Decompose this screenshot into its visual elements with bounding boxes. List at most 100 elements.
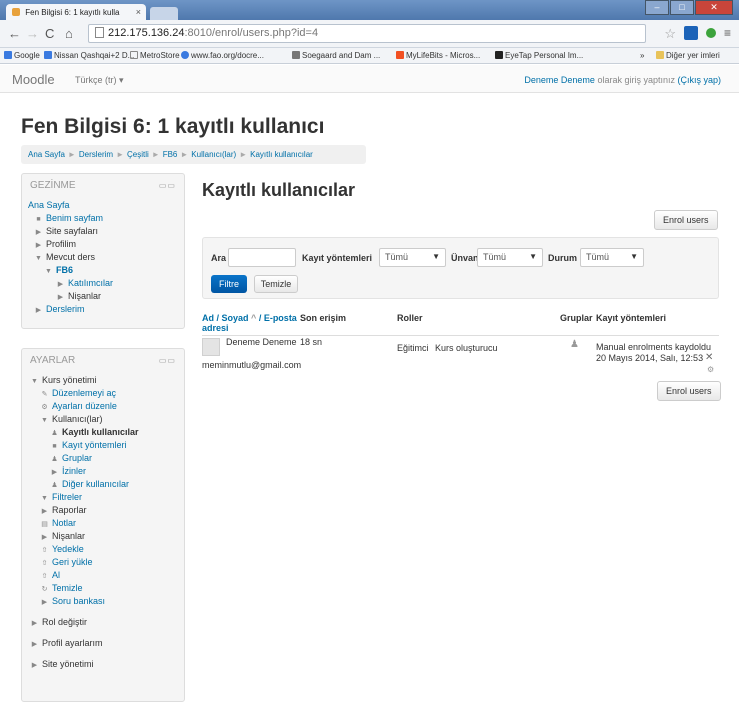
settings-question-bank[interactable]: ▶ Soru bankası xyxy=(28,595,178,608)
sort-asc-icon: ^ xyxy=(251,313,257,323)
moodle-brand[interactable]: Moodle xyxy=(12,72,55,87)
bookmark-fao[interactable]: www.fao.org/docre... xyxy=(181,51,264,60)
role-select[interactable]: Tümü ▼ xyxy=(477,248,543,267)
reload-icon[interactable]: C xyxy=(45,26,54,41)
breadcrumb-users[interactable]: Kullanıcı(lar) xyxy=(191,150,236,159)
nav-profile[interactable]: ▶ Profilim xyxy=(28,238,178,251)
back-arrow-icon[interactable]: ← xyxy=(8,26,21,41)
status-label: Durum xyxy=(548,253,577,263)
clear-button[interactable]: Temizle xyxy=(254,275,298,293)
settings-import[interactable]: ⇧ Al xyxy=(28,569,178,582)
settings-badges[interactable]: ▶ Nişanlar xyxy=(28,530,178,543)
logout-link[interactable]: (Çıkış yap) xyxy=(677,75,721,85)
settings-other-users[interactable]: ♟ Diğer kullanıcılar xyxy=(28,478,178,491)
forward-arrow-icon[interactable]: → xyxy=(26,26,39,41)
settings-site-admin[interactable]: ▶ Site yönetimi xyxy=(28,658,178,671)
bookmark-soegaard[interactable]: Soegaard and Dam ... xyxy=(292,51,380,60)
bookmark-metrostore[interactable]: MetroStore xyxy=(130,51,180,60)
col-groups-header: Gruplar xyxy=(560,313,593,323)
tab-close-icon[interactable]: × xyxy=(136,7,141,17)
block-controls-icon[interactable]: ▭▭ xyxy=(159,181,176,190)
minimize-icon[interactable]: – xyxy=(645,0,669,15)
window-close-icon[interactable]: ✕ xyxy=(695,0,733,15)
settings-reset[interactable]: ↻ Temizle xyxy=(28,582,178,595)
assign-group-icon[interactable]: ♟ xyxy=(570,339,579,350)
settings-users[interactable]: ▼ Kullanıcı(lar) xyxy=(28,413,178,426)
other-bookmarks[interactable]: Diğer yer imleri xyxy=(656,51,720,60)
breadcrumb-course[interactable]: FB6 xyxy=(163,150,178,159)
sort-firstname-link[interactable]: Ad / Soyad xyxy=(202,313,249,323)
edit-enrolment-gear-icon[interactable]: ⚙ xyxy=(707,365,714,374)
email-address-link[interactable]: adresi xyxy=(202,323,229,333)
nav-home[interactable]: Ana Sayfa xyxy=(28,199,178,212)
new-tab-button[interactable] xyxy=(150,7,178,20)
settings-reports[interactable]: ▶ Raporlar xyxy=(28,504,178,517)
breadcrumb-my-courses[interactable]: Derslerim xyxy=(79,150,113,159)
language-menu[interactable]: Türkçe (tr) ▾ xyxy=(75,75,124,86)
bookmark-eyetap[interactable]: EyeTap Personal Im... xyxy=(495,51,583,60)
address-bar[interactable]: 212.175.136.24:8010/enrol/users.php?id=4 xyxy=(88,24,646,43)
settings-permissions[interactable]: ▶ İzinler xyxy=(28,465,178,478)
settings-edit-settings[interactable]: ⚙ Ayarları düzenle xyxy=(28,400,178,413)
nav-dashboard[interactable]: ■ Benim sayfam xyxy=(28,212,178,225)
user-role-extra: Kurs oluşturucu xyxy=(435,343,498,353)
sort-email-link[interactable]: / E-posta xyxy=(259,313,297,323)
home-icon[interactable]: ⌂ xyxy=(65,26,73,41)
enrol-users-button-top[interactable]: Enrol users xyxy=(654,210,718,230)
user-role: Eğitimci xyxy=(397,343,429,353)
settings-enrolment-methods[interactable]: ■ Kayıt yöntemleri xyxy=(28,439,178,452)
settings-turn-editing-on[interactable]: ✎ Düzenlemeyi aç xyxy=(28,387,178,400)
nav-site-pages[interactable]: ▶ Site sayfaları xyxy=(28,225,178,238)
settings-backup[interactable]: ⇧ Yedekle xyxy=(28,543,178,556)
settings-restore[interactable]: ⇧ Geri yükle xyxy=(28,556,178,569)
bookmarks-bar: Google Nissan Qashqai+2 D... MetroStore … xyxy=(0,48,739,64)
maximize-icon[interactable]: □ xyxy=(670,0,694,15)
settings-enrolled-users[interactable]: ♟ Kayıtlı kullanıcılar xyxy=(28,426,178,439)
bookmark-star-icon[interactable]: ☆ xyxy=(664,26,676,42)
tab-title: Fen Bilgisi 6: 1 kayıtlı kulla xyxy=(25,8,120,17)
search-input[interactable] xyxy=(228,248,296,267)
login-user-link[interactable]: Deneme Deneme xyxy=(524,75,595,85)
enrol-users-button-bottom[interactable]: Enrol users xyxy=(657,381,721,401)
avatar[interactable] xyxy=(202,338,220,356)
settings-block: AYARLAR ▭▭ ▼ Kurs yönetimi ✎ Düzenlemeyi a… xyxy=(21,348,185,702)
bookmarks-overflow-icon[interactable]: » xyxy=(640,51,644,60)
browser-tab[interactable]: Fen Bilgisi 6: 1 kayıtlı kulla × xyxy=(6,4,146,21)
breadcrumb-home[interactable]: Ana Sayfa xyxy=(28,150,65,159)
settings-course-admin[interactable]: ▼ Kurs yönetimi xyxy=(28,374,178,387)
settings-filters[interactable]: ▼ Filtreler xyxy=(28,491,178,504)
status-select[interactable]: Tümü ▼ xyxy=(580,248,644,267)
search-label: Ara xyxy=(211,253,227,263)
nav-participants[interactable]: ▶ Katılımcılar xyxy=(28,277,178,290)
settings-grades[interactable]: ▤ Notlar xyxy=(28,517,178,530)
extension-news-icon[interactable] xyxy=(683,26,698,40)
nav-course-fb6[interactable]: ▼ FB6 xyxy=(28,264,178,277)
page-icon xyxy=(95,27,104,38)
enrol-method-name: Manual enrolments kaydoldu xyxy=(596,342,712,352)
collapsed-arrow-icon: ▶ xyxy=(35,307,42,314)
enrol-method-label: Kayıt yöntemleri xyxy=(302,253,373,263)
block-controls-icon[interactable]: ▭▭ xyxy=(159,356,176,365)
extension-green-icon[interactable] xyxy=(705,28,716,38)
url-host: 212.175.136.24 xyxy=(108,27,185,39)
chrome-menu-icon[interactable]: ≡ xyxy=(724,26,731,42)
unenrol-icon[interactable]: ✕ xyxy=(705,352,713,363)
breadcrumb: Ana Sayfa ► Derslerim ► Çeşitli ► FB6 ► Kullanıc… xyxy=(21,145,366,164)
bookmark-nissan[interactable]: Nissan Qashqai+2 D... xyxy=(44,51,134,60)
filter-button[interactable]: Filtre xyxy=(211,275,247,293)
enrol-method-select[interactable]: Tümü ▼ xyxy=(379,248,446,267)
main-heading: Kayıtlı kullanıcılar xyxy=(202,180,356,200)
col-lastaccess-header[interactable]: Son erişim xyxy=(300,313,346,323)
collapsed-arrow-icon: ▶ xyxy=(31,620,38,627)
nav-badges[interactable]: ▶ Nişanlar xyxy=(28,290,178,303)
settings-my-profile[interactable]: ▶ Profil ayarlarım xyxy=(28,637,178,650)
settings-groups[interactable]: ♟ Gruplar xyxy=(28,452,178,465)
collapsed-arrow-icon: ▶ xyxy=(31,662,38,669)
nav-my-courses[interactable]: ▶ Derslerim xyxy=(28,303,178,316)
settings-switch-role[interactable]: ▶ Rol değiştir xyxy=(28,616,178,629)
breadcrumb-misc[interactable]: Çeşitli xyxy=(127,150,149,159)
bookmark-google[interactable]: Google xyxy=(4,51,40,60)
breadcrumb-enrolled-users[interactable]: Kayıtlı kullanıcılar xyxy=(250,150,313,159)
bookmark-mylifebits[interactable]: MyLifeBits - Micros... xyxy=(396,51,480,60)
nav-current-course[interactable]: ▼ Mevcut ders xyxy=(28,251,178,264)
